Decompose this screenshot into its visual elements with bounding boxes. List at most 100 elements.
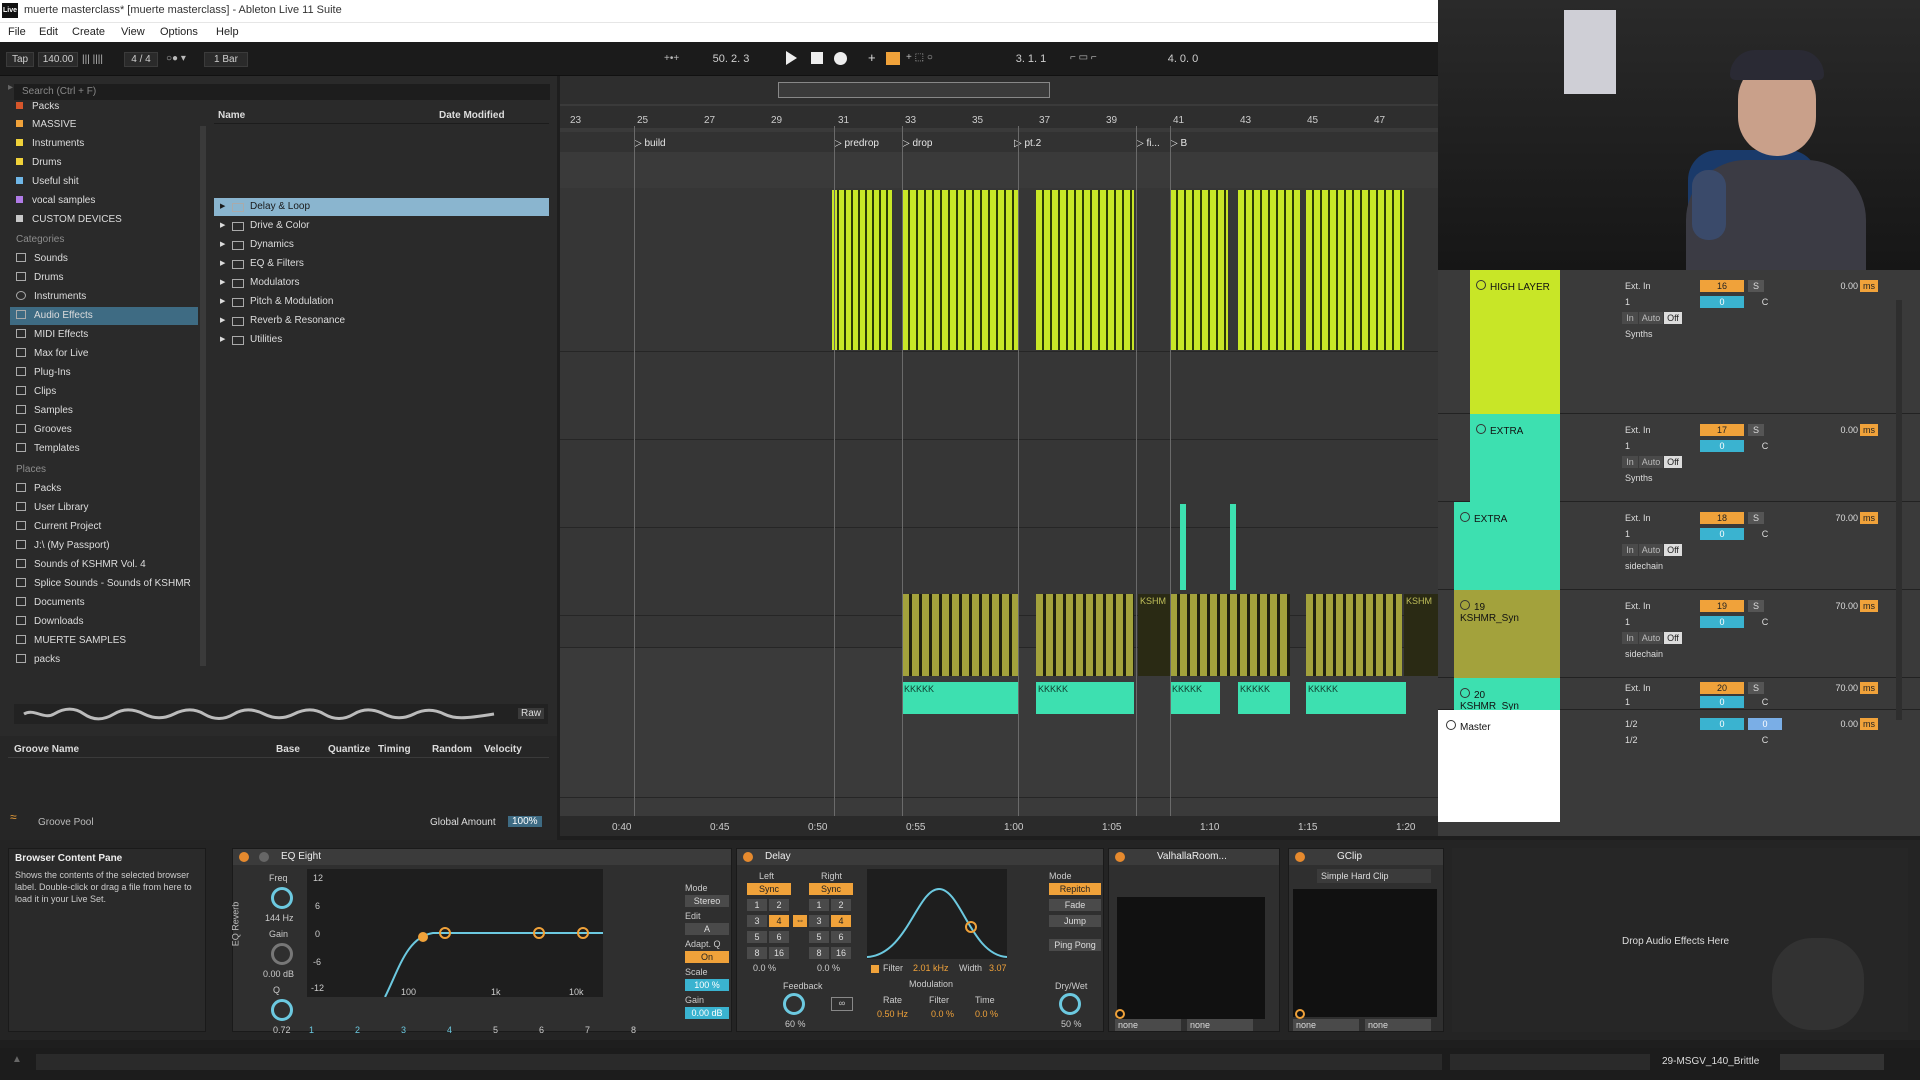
left-step-button[interactable]: 8 [747, 947, 767, 959]
expand-arrow-icon[interactable]: ▶ [220, 217, 225, 235]
place-packs[interactable]: Packs [10, 480, 198, 498]
collection-custom-devices[interactable]: CUSTOM DEVICES [10, 211, 198, 229]
plugin-on-icon[interactable] [1115, 1009, 1125, 1019]
pan-value[interactable]: 0 [1700, 440, 1744, 452]
audio-clip[interactable] [1238, 190, 1300, 350]
place-splice-kshmr[interactable]: Splice Sounds - Sounds of KSHMR [10, 575, 198, 593]
punch-icons[interactable]: + ⬚ ○ [906, 52, 933, 63]
monitor-auto-button[interactable]: Auto [1639, 312, 1663, 324]
quantize-menu[interactable]: 1 Bar [204, 52, 248, 67]
delay-unit[interactable]: ms [1860, 600, 1878, 612]
left-step-button[interactable]: 6 [769, 931, 789, 943]
menu-file[interactable]: File [8, 26, 26, 38]
dry-wet-knob[interactable] [1059, 993, 1081, 1015]
locator-build[interactable]: ▷ build [634, 138, 666, 149]
delay-value[interactable]: 0.00 [1818, 280, 1858, 292]
fold-icon[interactable] [1460, 600, 1470, 610]
feedback-knob[interactable] [783, 993, 805, 1015]
audio-clip[interactable]: KKKKK [1170, 682, 1220, 714]
mod-time-value[interactable]: 0.0 % [975, 1009, 998, 1019]
list-item[interactable]: ▶ Reverb & Resonance [214, 312, 549, 330]
device-on-icon[interactable] [1115, 852, 1125, 862]
right-step-button[interactable]: 8 [809, 947, 829, 959]
audio-clip[interactable] [902, 594, 1018, 676]
delay-left-sync[interactable]: Sync [747, 883, 791, 895]
selected-clip-name[interactable]: 29-MSGV_140_Brittle [1662, 1056, 1759, 1067]
audio-clip[interactable] [1036, 594, 1134, 676]
tap-button[interactable]: Tap [6, 52, 34, 67]
expand-arrow-icon[interactable]: ▶ [220, 274, 225, 292]
column-name[interactable]: Name [218, 110, 245, 121]
overview-window[interactable] [778, 82, 1050, 98]
category-grooves[interactable]: Grooves [10, 421, 198, 439]
solo-button[interactable]: S [1748, 280, 1764, 292]
pan-center[interactable]: C [1748, 528, 1782, 540]
delay-value[interactable]: 70.00 [1818, 512, 1858, 524]
output-gain-value[interactable]: 0.00 dB [685, 1007, 729, 1019]
mixer-scrollbar[interactable] [1896, 300, 1902, 720]
right-step-button[interactable]: 4 [831, 915, 851, 927]
q-knob[interactable] [271, 999, 293, 1021]
menu-edit[interactable]: Edit [39, 26, 58, 38]
loop-length[interactable]: 4. 0. 0 [1148, 52, 1218, 67]
locator-b[interactable]: ▷ B [1170, 138, 1187, 149]
category-clips[interactable]: Clips [10, 383, 198, 401]
audio-clip[interactable] [1036, 190, 1134, 350]
band-6-toggle[interactable]: 6 [539, 1025, 544, 1035]
expand-arrow-icon[interactable]: ▶ [220, 331, 225, 349]
menu-options[interactable]: Options [160, 26, 198, 38]
menu-view[interactable]: View [121, 26, 145, 38]
output-select[interactable]: sidechain [1622, 560, 1680, 572]
pan-value[interactable]: 0 [1700, 296, 1744, 308]
pan-center[interactable]: C [1748, 696, 1782, 708]
list-item[interactable]: ▶ Utilities [214, 331, 549, 349]
input-channel-select[interactable]: 1 [1622, 528, 1680, 540]
audio-clip[interactable] [1170, 594, 1290, 676]
place-downloads[interactable]: Downloads [10, 613, 198, 631]
delay-unit[interactable]: ms [1860, 280, 1878, 292]
pan-center[interactable]: C [1748, 296, 1782, 308]
audio-clip[interactable] [1306, 190, 1346, 350]
loop-switch-icons[interactable]: ⌐ ▭ ⌐ [1070, 52, 1097, 63]
right-step-button[interactable]: 1 [809, 899, 829, 911]
left-step-button[interactable]: 16 [769, 947, 789, 959]
left-step-button[interactable]: 3 [747, 915, 767, 927]
right-step-button[interactable]: 5 [809, 931, 829, 943]
locator-predrop[interactable]: ▷ predrop [834, 138, 879, 149]
fold-icon[interactable] [1476, 280, 1486, 290]
output-select[interactable]: Synths [1622, 472, 1680, 484]
collection-instruments[interactable]: Instruments [10, 135, 198, 153]
menu-create[interactable]: Create [72, 26, 105, 38]
place-kshmr-vol4[interactable]: Sounds of KSHMR Vol. 4 [10, 556, 198, 574]
category-instruments[interactable]: Instruments [10, 288, 198, 306]
band-1-toggle[interactable]: 1 [309, 1025, 314, 1035]
track-activator[interactable]: 18 [1700, 512, 1744, 524]
input-type-select[interactable]: Ext. In [1622, 424, 1680, 436]
monitor-off-button[interactable]: Off [1664, 312, 1682, 324]
monitor-off-button[interactable]: Off [1664, 544, 1682, 556]
category-audio-effects[interactable]: Audio Effects [10, 307, 198, 325]
left-step-button[interactable]: 5 [747, 931, 767, 943]
global-amount-value[interactable]: 100% [508, 816, 542, 827]
place-my-passport[interactable]: J:\ (My Passport) [10, 537, 198, 555]
monitor-auto-button[interactable]: Auto [1639, 632, 1663, 644]
mode-select[interactable]: Stereo [685, 895, 729, 907]
band-7-toggle[interactable]: 7 [585, 1025, 590, 1035]
eq-display[interactable]: 12 6 0 -6 -12 100 1k 10k [307, 869, 603, 997]
delay-unit[interactable]: ms [1860, 682, 1878, 694]
pan-value[interactable]: 0 [1700, 528, 1744, 540]
category-templates[interactable]: Templates [10, 440, 198, 458]
audio-clip[interactable] [832, 190, 892, 350]
monitor-in-button[interactable]: In [1622, 312, 1638, 324]
master-delay-unit[interactable]: ms [1860, 718, 1878, 730]
macro-select[interactable]: none [1293, 1019, 1359, 1031]
collection-drums[interactable]: Drums [10, 154, 198, 172]
rate-value[interactable]: 0.50 Hz [877, 1009, 908, 1019]
audio-clip[interactable] [1170, 190, 1228, 350]
monitor-in-button[interactable]: In [1622, 632, 1638, 644]
plugin-on-icon[interactable] [1295, 1009, 1305, 1019]
time-signature[interactable]: 4 / 4 [124, 52, 158, 67]
track-lane-extra[interactable] [560, 352, 1438, 440]
delay-value[interactable]: 0.00 [1818, 424, 1858, 436]
macro-select[interactable]: none [1187, 1019, 1253, 1031]
